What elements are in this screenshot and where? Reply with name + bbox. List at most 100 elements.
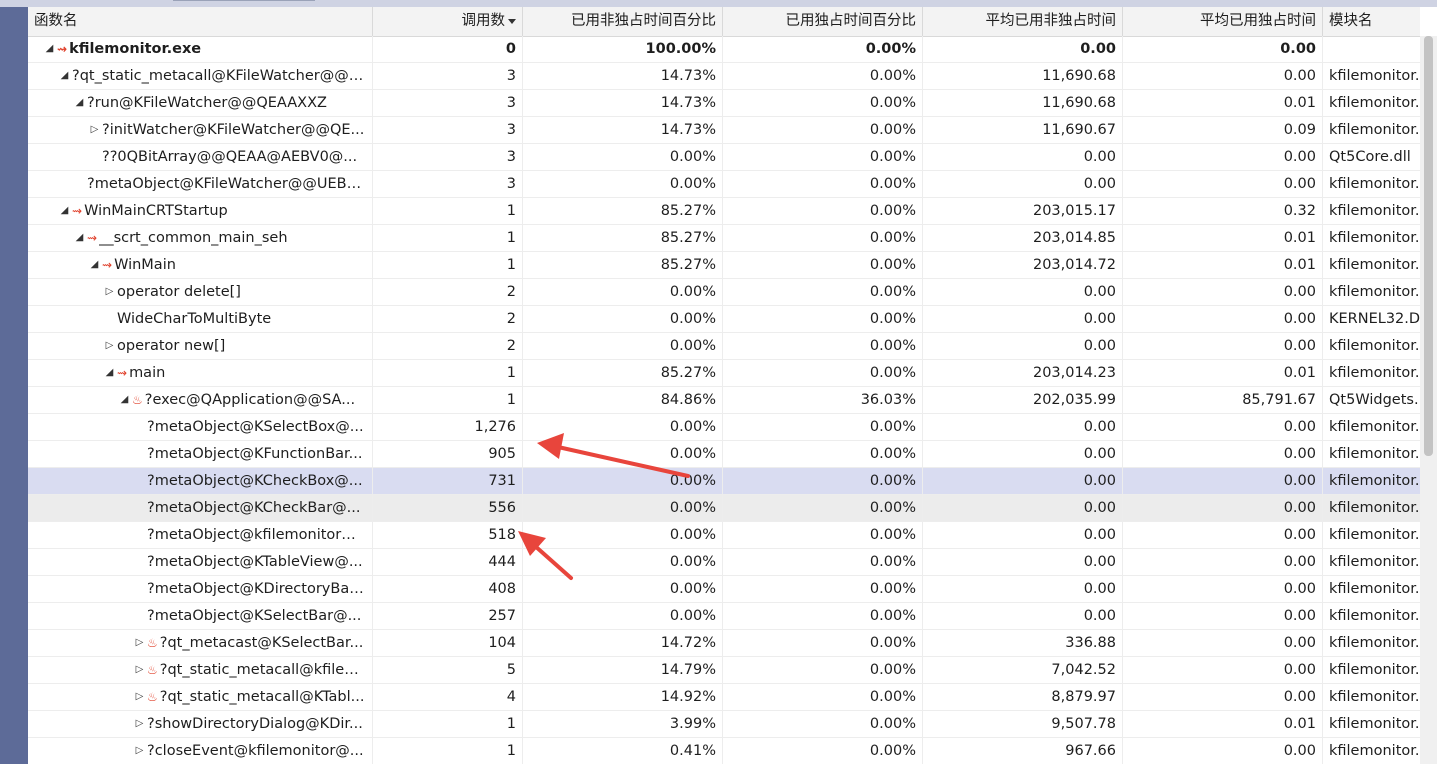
exclusive-percent-cell: 0.00% [723,738,923,764]
scrollbar-thumb[interactable] [1424,36,1433,456]
table-row[interactable]: ?metaObject@KFileWatcher@@UEBAP... 3 0.00%… [28,171,1420,198]
avg-exclusive-cell: 0.00 [1123,441,1323,467]
column-header-inclusive-percent[interactable]: 已用非独占时间百分比 [523,7,723,36]
avg-inclusive-cell: 0.00 [923,36,1123,62]
table-row[interactable]: ▷ ?closeEvent@kfilemonitor@... 1 0.41% 0.00%… [28,738,1420,764]
table-row[interactable]: ?metaObject@KSelectBox@... 1,276 0.00% 0.00… [28,414,1420,441]
function-name: ?qt_static_metacall@KFileWatcher@@C... [72,68,366,84]
calls-cell: 257 [373,603,523,629]
avg-exclusive-cell: 0.00 [1123,468,1323,494]
collapsed-triangle-icon[interactable]: ▷ [132,657,147,683]
vertical-scrollbar[interactable] [1420,36,1437,764]
avg-exclusive-cell: 0.00 [1123,306,1323,332]
expanded-triangle-icon[interactable]: ◢ [117,387,132,413]
exclusive-percent-cell: 0.00% [723,63,923,89]
table-row[interactable]: ?metaObject@kfilemonitor@... 518 0.00% 0.00… [28,522,1420,549]
avg-exclusive-cell: 0.00 [1123,630,1323,656]
table-row[interactable]: ◢ ?run@KFileWatcher@@QEAAXXZ 3 14.73% 0.00% 1… [28,90,1420,117]
hot-path-icon: ⇝ [117,366,128,380]
table-row[interactable]: ?metaObject@KFunctionBar... 905 0.00% 0.00%… [28,441,1420,468]
table-row[interactable]: ?metaObject@KSelectBar@... 257 0.00% 0.00% 0… [28,603,1420,630]
calls-cell: 408 [373,576,523,602]
function-name: ??0QBitArray@@QEAA@AEBV0@... [102,149,358,165]
avg-exclusive-cell: 0.00 [1123,549,1323,575]
table-row[interactable]: WideCharToMultiByte 2 0.00% 0.00% 0.00 0.00 KE… [28,306,1420,333]
hot-flame-icon: ♨ [147,636,158,650]
table-row[interactable]: ▷ operator delete[] 2 0.00% 0.00% 0.00 0.00 kfi… [28,279,1420,306]
column-header-module[interactable]: 模块名 [1323,7,1420,36]
hot-flame-icon: ♨ [147,690,158,704]
table-row[interactable]: ◢ ⇝ WinMainCRTStartup 1 85.27% 0.00% 203,015.1… [28,198,1420,225]
table-row[interactable]: ◢ ⇝ WinMain 1 85.27% 0.00% 203,014.72 0.01 kfile… [28,252,1420,279]
expanded-triangle-icon[interactable]: ◢ [57,63,72,89]
column-header-avg-inclusive[interactable]: 平均已用非独占时间 [923,7,1123,36]
collapsed-triangle-icon[interactable]: ▷ [132,711,147,737]
function-cell: ◢ ⇝ __scrt_common_main_seh [28,225,373,251]
collapsed-triangle-icon[interactable]: ▷ [132,738,147,764]
exclusive-percent-cell: 0.00% [723,468,923,494]
expanded-triangle-icon[interactable]: ◢ [72,225,87,251]
avg-inclusive-cell: 0.00 [923,279,1123,305]
exclusive-percent-cell: 0.00% [723,279,923,305]
collapsed-triangle-icon[interactable]: ▷ [132,684,147,710]
table-row[interactable]: ◢ ⇝ main 1 85.27% 0.00% 203,014.23 0.01 kfilemon… [28,360,1420,387]
table-row[interactable]: ?metaObject@KCheckBox@... 731 0.00% 0.00% 0.… [28,468,1420,495]
exclusive-percent-cell: 0.00% [723,603,923,629]
avg-exclusive-cell: 0.00 [1123,684,1323,710]
collapsed-triangle-icon[interactable]: ▷ [102,279,117,305]
expanded-triangle-icon[interactable]: ◢ [57,198,72,224]
table-row[interactable]: ▷ ♨ ?qt_metacast@KSelectBar... 104 14.72% 0.0… [28,630,1420,657]
table-row[interactable]: ??0QBitArray@@QEAA@AEBV0@... 3 0.00% 0.00% 0… [28,144,1420,171]
expanded-triangle-icon[interactable]: ◢ [87,252,102,278]
inclusive-percent-cell: 14.92% [523,684,723,710]
expanded-triangle-icon[interactable]: ◢ [102,360,117,386]
avg-inclusive-cell: 967.66 [923,738,1123,764]
table-row[interactable]: ?metaObject@KCheckBar@... 556 0.00% 0.00% 0.… [28,495,1420,522]
column-header-calls[interactable]: 调用数 [373,7,523,36]
exclusive-percent-cell: 0.00% [723,549,923,575]
table-row[interactable]: ▷ ?initWatcher@KFileWatcher@@QE... 3 14.73%… [28,117,1420,144]
column-header-exclusive-percent[interactable]: 已用独占时间百分比 [723,7,923,36]
function-name: main [129,365,166,381]
avg-exclusive-cell: 0.00 [1123,603,1323,629]
hot-path-icon: ⇝ [72,204,83,218]
column-header-label: 平均已用非独占时间 [985,13,1117,29]
collapsed-triangle-icon[interactable]: ▷ [87,117,102,143]
avg-inclusive-cell: 11,690.68 [923,90,1123,116]
column-header-avg-exclusive[interactable]: 平均已用独占时间 [1123,7,1323,36]
inclusive-percent-cell: 0.00% [523,333,723,359]
table-row[interactable]: ◢ ♨ ?exec@QApplication@@SA... 1 84.86% 36.03%… [28,387,1420,414]
table-row[interactable]: ▷ operator new[] 2 0.00% 0.00% 0.00 0.00 kfilem… [28,333,1420,360]
table-row[interactable]: ?metaObject@KDirectoryBar... 408 0.00% 0.00… [28,576,1420,603]
avg-inclusive-cell: 202,035.99 [923,387,1123,413]
function-name: kfilemonitor.exe [69,41,202,57]
calls-cell: 2 [373,306,523,332]
collapsed-triangle-icon[interactable]: ▷ [102,333,117,359]
table-row[interactable]: ◢ ?qt_static_metacall@KFileWatcher@@C... 3… [28,63,1420,90]
expanded-triangle-icon[interactable]: ◢ [42,36,57,62]
calls-cell: 3 [373,117,523,143]
table-row[interactable]: ▷ ♨ ?qt_static_metacall@KTabl... 4 14.92% 0.0… [28,684,1420,711]
collapsed-triangle-icon[interactable]: ▷ [132,630,147,656]
module-cell: kfilemonitor. [1329,527,1420,543]
avg-inclusive-cell: 0.00 [923,603,1123,629]
avg-inclusive-cell: 7,042.52 [923,657,1123,683]
function-cell: ▷ ?showDirectoryDialog@KDir... [28,711,373,737]
expanded-triangle-icon[interactable]: ◢ [72,90,87,116]
calls-cell: 4 [373,684,523,710]
table-row[interactable]: ?metaObject@KTableView@... 444 0.00% 0.00% 0… [28,549,1420,576]
function-name: ?closeEvent@kfilemonitor@... [147,743,364,759]
avg-inclusive-cell: 11,690.67 [923,117,1123,143]
table-row[interactable]: ▷ ?showDirectoryDialog@KDir... 1 3.99% 0.00%… [28,711,1420,738]
avg-inclusive-cell: 0.00 [923,171,1123,197]
table-row[interactable]: ◢ ⇝ kfilemonitor.exe 0 100.00% 0.00% 0.00 0.00 [28,36,1420,63]
column-header-function[interactable]: 函数名 [28,7,373,36]
table-row[interactable]: ◢ ⇝ __scrt_common_main_seh 1 85.27% 0.00% 203,… [28,225,1420,252]
function-cell: ◢ ?run@KFileWatcher@@QEAAXXZ [28,90,373,116]
table-row[interactable]: ▷ ♨ ?qt_static_metacall@kfilem... 5 14.79% 0.… [28,657,1420,684]
function-cell: ▷ ♨ ?qt_static_metacall@kfilem... [28,657,373,683]
inclusive-percent-cell: 84.86% [523,387,723,413]
function-name: ?metaObject@KCheckBar@... [147,500,361,516]
avg-exclusive-cell: 0.09 [1123,117,1323,143]
hot-flame-icon: ♨ [132,393,143,407]
